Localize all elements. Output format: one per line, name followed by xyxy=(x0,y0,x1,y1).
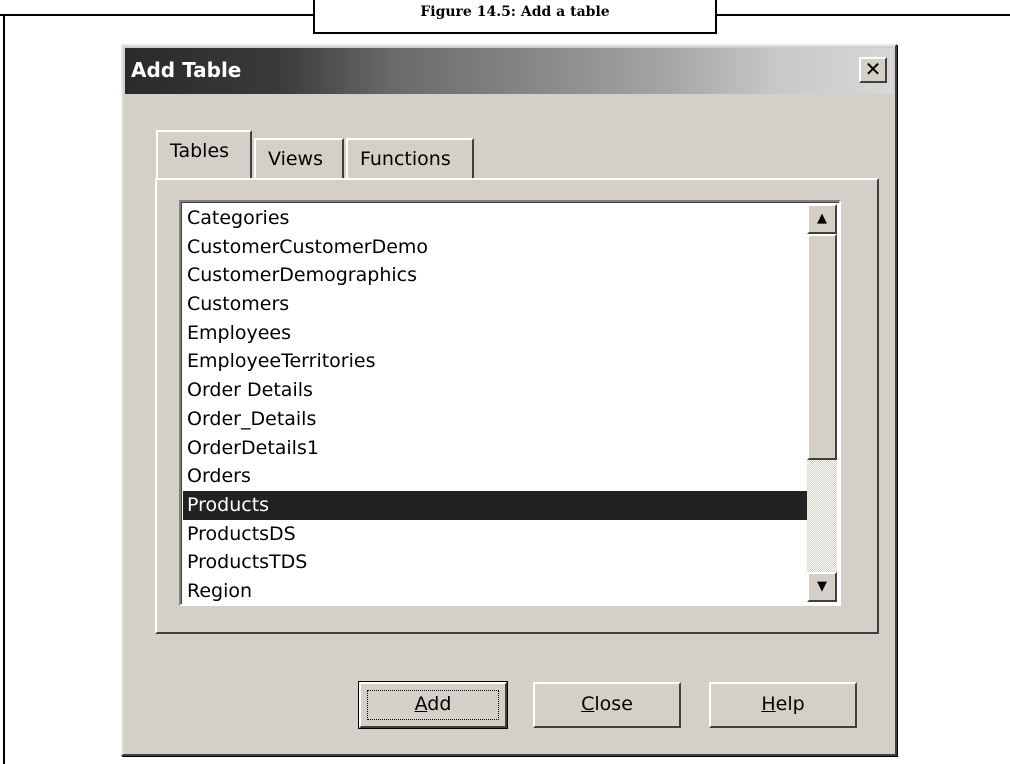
scroll-down-button[interactable]: ▼ xyxy=(807,572,837,602)
scroll-up-button[interactable]: ▲ xyxy=(807,204,837,234)
dialog-title: Add Table xyxy=(131,58,242,82)
tab-functions[interactable]: Functions xyxy=(346,138,474,178)
figure-caption-text: Figure 14.5: Add a table xyxy=(420,4,610,20)
tables-tab-panel: Categories CustomerCustomerDemo Customer… xyxy=(155,178,879,634)
figure-frame-left xyxy=(3,14,5,764)
list-item[interactable]: CustomerCustomerDemo xyxy=(183,233,811,262)
tab-views[interactable]: Views xyxy=(254,138,344,178)
list-item[interactable]: Order_Details xyxy=(183,405,811,434)
tables-listbox[interactable]: Categories CustomerCustomerDemo Customer… xyxy=(179,200,841,606)
list-item[interactable]: Customers xyxy=(183,290,811,319)
list-item[interactable]: CustomerDemographics xyxy=(183,261,811,290)
figure-frame-top-right xyxy=(715,14,1010,16)
add-table-dialog: Add Table ✕ Tables Views Functions Categ… xyxy=(121,44,897,756)
triangle-down-icon: ▼ xyxy=(817,579,827,594)
scrollbar-thumb[interactable] xyxy=(807,234,837,460)
tab-tables[interactable]: Tables xyxy=(156,130,252,178)
tab-tables-label: Tables xyxy=(170,140,230,162)
list-item[interactable]: Order Details xyxy=(183,376,811,405)
add-button[interactable]: Add xyxy=(358,681,508,729)
close-window-button[interactable]: ✕ xyxy=(859,57,887,83)
close-label-rest: lose xyxy=(594,693,633,715)
list-item[interactable]: EmployeeTerritories xyxy=(183,347,811,376)
close-button[interactable]: Close xyxy=(533,682,681,728)
tab-views-label: Views xyxy=(268,148,323,170)
figure-caption: Figure 14.5: Add a table xyxy=(313,0,717,34)
help-label-rest: elp xyxy=(775,693,805,715)
list-item[interactable]: Employees xyxy=(183,319,811,348)
help-accel: H xyxy=(761,693,776,715)
tables-list: Categories CustomerCustomerDemo Customer… xyxy=(183,204,811,604)
tab-functions-label: Functions xyxy=(360,148,451,170)
list-item-selected[interactable]: Products xyxy=(183,490,811,520)
close-accel: C xyxy=(581,693,595,715)
add-label-rest: dd xyxy=(427,693,452,715)
list-item[interactable]: OrderDetails1 xyxy=(183,434,811,463)
list-item[interactable]: Categories xyxy=(183,204,811,233)
help-button[interactable]: Help xyxy=(709,682,857,728)
close-icon: ✕ xyxy=(864,57,882,81)
figure-frame-top-left xyxy=(0,14,313,16)
add-accel: A xyxy=(414,693,428,715)
list-item[interactable]: ProductsDS xyxy=(183,520,811,549)
list-item[interactable]: Orders xyxy=(183,462,811,491)
vertical-scrollbar[interactable]: ▲ ▼ xyxy=(807,204,837,602)
triangle-up-icon: ▲ xyxy=(817,211,827,226)
title-bar[interactable]: Add Table ✕ xyxy=(125,48,893,94)
list-item[interactable]: ProductsTDS xyxy=(183,548,811,577)
list-item[interactable]: Region xyxy=(183,577,811,604)
